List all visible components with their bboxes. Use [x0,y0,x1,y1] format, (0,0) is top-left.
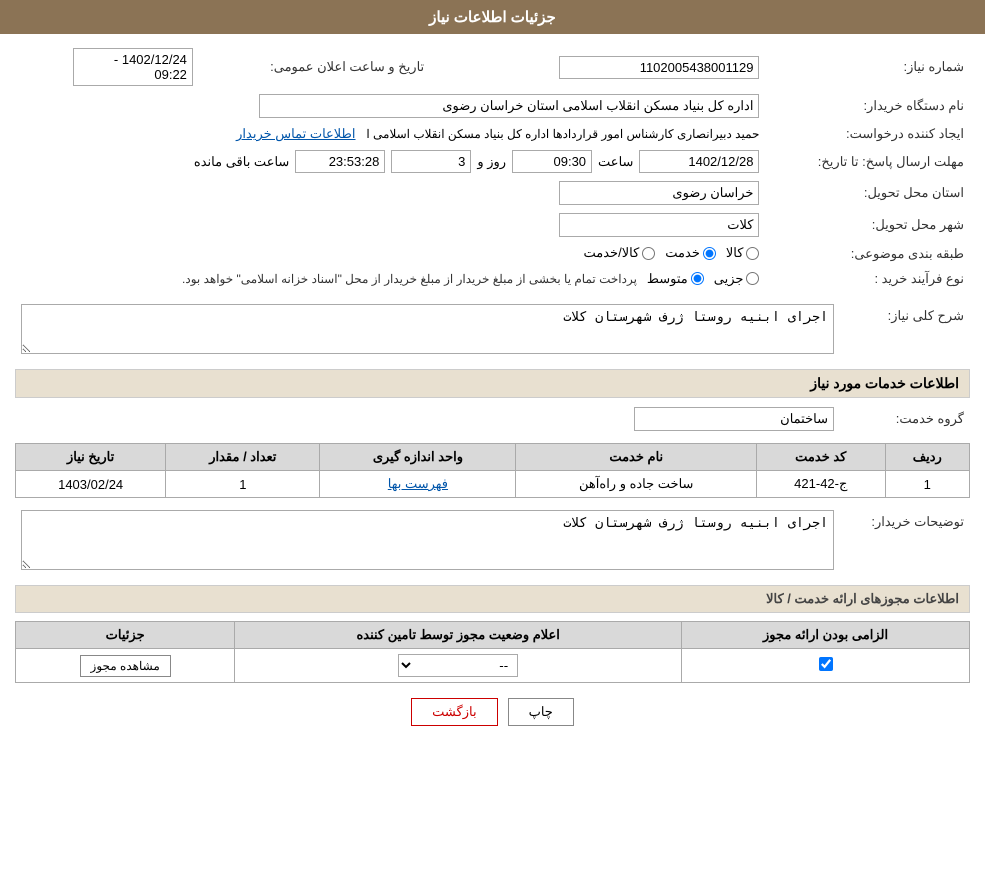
cell-naam: ساخت جاده و راه‌آهن [516,471,757,498]
services-table: ردیف کد خدمت نام خدمت واحد اندازه گیری ت… [15,443,970,498]
tozihat-cell [15,506,840,577]
eelam-cell: -- [235,649,682,683]
moshahede-button[interactable]: مشاهده مجوز [80,655,171,677]
sharh-table: شرح کلی نیاز: [15,300,970,361]
col-kod: کد خدمت [757,444,886,471]
ijad-konande-label: ایجاد کننده درخواست: [765,122,970,146]
tarikh-saat-label: تاریخ و ساعت اعلان عمومی: [199,44,430,90]
kala-label: کالا [726,245,744,261]
col-joziat: جزئیات [16,622,235,649]
rooz-label: روز و [477,154,506,170]
radio-kala-khadamat[interactable] [642,247,655,260]
mojowzat-row: -- مشاهده مجوز [16,649,970,683]
mohlat-ersal-label: مهلت ارسال پاسخ: تا تاریخ: [765,146,970,177]
info-table: شماره نیاز: 1102005438001129 تاریخ و ساع… [15,44,970,292]
grooh-khadamat-value: ساختمان [15,403,840,435]
tozihat-table: توضیحات خریدار: [15,506,970,577]
tabaqe-radio-row: کالا خدمت کالا/خدمت [15,241,765,267]
tarikh-niaz: 1402/12/28 [639,150,759,173]
shomara-niaz-label: شماره نیاز: [765,44,970,90]
cell-kod: ج-42-421 [757,471,886,498]
ostan-tahvil-value: خراسان رضوی [15,177,765,209]
tozihat-input[interactable] [21,510,834,570]
ostan-tahvil-label: استان محل تحویل: [765,177,970,209]
btn-row: چاپ بازگشت [15,698,970,726]
table-row: 1 ج-42-421 ساخت جاده و راه‌آهن فهرست بها… [16,471,970,498]
elzami-cell [682,649,970,683]
radio-jozi[interactable] [746,272,759,285]
sharh-kolly-input[interactable] [21,304,834,354]
col-elzami: الزامی بودن ارائه مجوز [682,622,970,649]
ettelaat-tamas-link[interactable]: اطلاعات تماس خریدار [236,126,355,141]
mojowzat-table: الزامی بودن ارائه مجوز اعلام وضعیت مجوز … [15,621,970,683]
baqi-mande: 23:53:28 [295,150,385,173]
sharh-kolly-label: شرح کلی نیاز: [840,300,970,361]
shomara-niaz-value: 1102005438001129 [470,44,765,90]
ijad-konande-value: حمید دبیرانصاری کارشناس امور قراردادها ا… [15,122,765,146]
back-button[interactable]: بازگشت [411,698,497,726]
radio-kala[interactable] [746,247,759,260]
grooh-khadamat-table: گروه خدمت: ساختمان [15,403,970,435]
shahr-tahvil-value: کلات [15,209,765,241]
main-content: شماره نیاز: 1102005438001129 تاریخ و ساع… [0,34,985,751]
col-radif: ردیف [885,444,969,471]
joziat-cell: مشاهده مجوز [16,649,235,683]
col-eelam: اعلام وضعیت مجوز توسط تامین کننده [235,622,682,649]
nooe-farayand-label: نوع فرآیند خرید : [765,267,970,293]
mojowzat-header: اطلاعات مجوزهای ارائه خدمت / کالا [15,585,970,613]
col-tedad: تعداد / مقدار [166,444,320,471]
col-naam: نام خدمت [516,444,757,471]
nam-dastgah-value: اداره کل بنیاد مسکن انقلاب اسلامی استان … [15,90,765,122]
cell-vahed: فهرست بها [320,471,516,498]
tozihat-label: توضیحات خریدار: [840,506,970,577]
saat-niaz: 09:30 [512,150,592,173]
page-wrapper: جزئیات اطلاعات نیاز شماره نیاز: 11020054… [0,0,985,875]
farayand-desc: پرداخت تمام یا بخشی از مبلغ خریدار از مب… [182,272,637,286]
baqi-label: ساعت باقی مانده [194,154,289,170]
col-vahed: واحد اندازه گیری [320,444,516,471]
sharh-kolly-cell [15,300,840,361]
cell-radif: 1 [885,471,969,498]
jozi-label: جزیی [714,271,744,287]
grooh-khadamat-label: گروه خدمت: [840,403,970,435]
motovaset-label: متوسط [647,271,688,287]
tabaqe-label: طبقه بندی موضوعی: [765,241,970,267]
nam-dastgah-label: نام دستگاه خریدار: [765,90,970,122]
cell-tedad: 1 [166,471,320,498]
rooz-niaz: 3 [391,150,471,173]
vahed-link[interactable]: فهرست بها [388,476,448,491]
radio-khadamat[interactable] [703,247,716,260]
tarikh-saat-value: 1402/12/24 - 09:22 [15,44,199,90]
saat-label: ساعت [598,154,633,170]
radio-motovaset[interactable] [691,272,704,285]
mohlat-ersal-row: 1402/12/28 ساعت 09:30 روز و 3 23:53:28 س… [15,146,765,177]
elzami-checkbox[interactable] [819,657,833,671]
shahr-tahvil-label: شهر محل تحویل: [765,209,970,241]
khadamat-label: خدمت [665,245,700,261]
page-title: جزئیات اطلاعات نیاز [429,9,556,26]
kala-khadamat-label: کالا/خدمت [584,245,640,261]
page-header: جزئیات اطلاعات نیاز [0,0,985,34]
cell-tarikh: 1403/02/24 [16,471,166,498]
print-button[interactable]: چاپ [508,698,574,726]
eelam-select[interactable]: -- [398,654,518,677]
khadamat-section-header: اطلاعات خدمات مورد نیاز [15,369,970,398]
nooe-farayand-row: جزیی متوسط پرداخت تمام یا بخشی از مبلغ خ… [15,267,765,293]
col-tarikh: تاریخ نیاز [16,444,166,471]
